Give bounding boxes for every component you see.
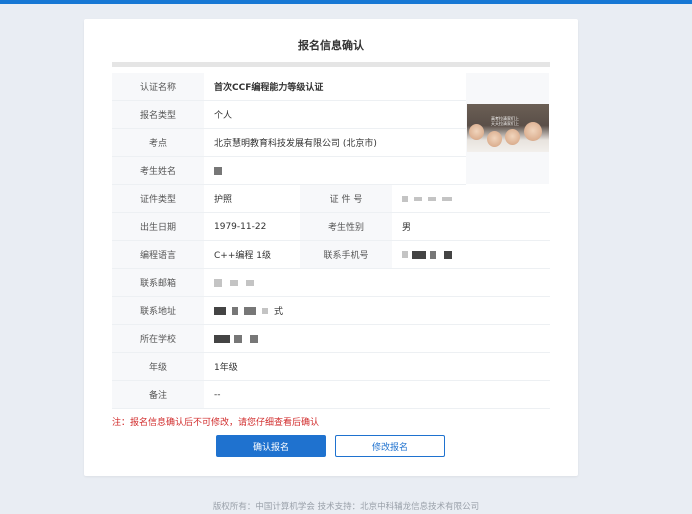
phone-label: 联系手机号 [300,241,392,269]
cert-name-label: 认证名称 [112,73,204,101]
address-suffix: 式 [274,307,284,317]
birth-date-value: 1979-11-22 [204,213,300,241]
phone-value [392,241,550,269]
id-number-value [392,185,550,213]
modify-registration-button[interactable]: 修改报名 [335,435,445,457]
remark-label: 备注 [112,381,204,409]
gender-label: 考生性别 [300,213,392,241]
exam-site-label: 考点 [112,129,204,157]
address-value: 式 [204,297,360,325]
language-label: 编程语言 [112,241,204,269]
confirm-registration-button[interactable]: 确认报名 [216,435,326,457]
address-label: 联系地址 [112,297,204,325]
id-number-label: 证 件 号 [300,185,392,213]
grade-value: 1年级 [204,353,550,381]
reg-type-label: 报名类型 [112,101,204,129]
photo-caption: 高考拉清家们上 天天拉清家们上 [491,116,519,126]
school-label: 所在学校 [112,325,204,353]
footer-copyright: 版权所有：中国计算机学会 技术支持：北京中科辅龙信息技术有限公司 [212,502,480,512]
birth-date-label: 出生日期 [112,213,204,241]
gender-value: 男 [392,213,550,241]
page-title: 报名信息确认 [298,39,364,52]
candidate-name-label: 考生姓名 [112,157,204,185]
candidate-photo: 高考拉清家们上 天天拉清家们上 [467,104,549,152]
school-value [204,325,360,353]
language-value: C++编程 1级 [204,241,300,269]
email-label: 联系邮箱 [112,269,204,297]
cert-name-value: 首次CCF编程能力等级认证 [204,73,466,101]
id-type-value: 护照 [204,185,300,213]
exam-site-value: 北京慧明教育科技发展有限公司 (北京市) [204,129,466,157]
warning-note: 注：报名信息确认后不可修改，请您仔细查看后确认 [112,418,320,428]
confirmation-card: 报名信息确认 认证名称 首次CCF编程能力等级认证 报名类型 个人 考点 北京慧… [84,19,578,476]
reg-type-value: 个人 [204,101,466,129]
remark-value: -- [204,381,550,409]
redaction-mask [214,166,222,175]
email-value [204,269,360,297]
grade-label: 年级 [112,353,204,381]
header-divider [112,62,550,67]
id-type-label: 证件类型 [112,185,204,213]
top-accent-bar [0,0,692,4]
candidate-name-value [204,157,466,185]
